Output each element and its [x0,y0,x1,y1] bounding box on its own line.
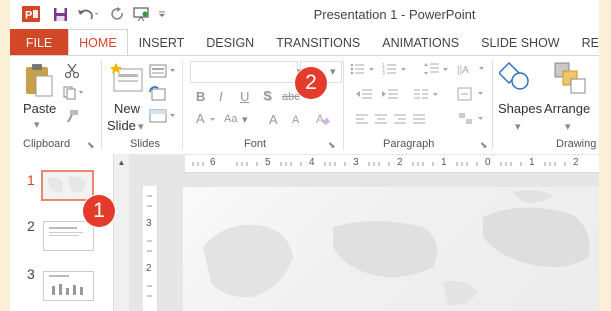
tab-design[interactable]: DESIGN [195,29,265,56]
tab-home[interactable]: HOME [68,29,128,56]
paste-button[interactable]: Paste [23,101,56,116]
svg-text:||A: ||A [457,65,469,76]
font-color-icon[interactable]: A [196,111,224,132]
numbering-icon[interactable]: 123 [382,62,412,81]
ruler-tick-label: 3 [353,157,359,168]
title-bar: P Presentation 1 - PowerPoint [10,0,599,29]
ruler-tick-label: 6 [210,157,216,168]
svg-text:A: A [316,112,324,126]
columns-icon[interactable] [412,87,440,106]
slide-thumbnail-1[interactable] [41,170,94,201]
align-text-icon[interactable] [457,86,487,107]
change-case-button[interactable]: Aa [224,113,237,125]
clear-formatting-icon[interactable]: A [315,111,331,132]
paragraph-group-label: Paragraph [383,138,435,150]
svg-text:A: A [196,111,205,126]
strikethrough-button[interactable]: abc [282,91,300,103]
slide-number: 3 [27,266,35,282]
bullets-icon[interactable] [350,62,380,81]
align-left-icon[interactable] [355,112,369,130]
new-slide-label-line1[interactable]: New [114,101,140,116]
separator [492,60,493,150]
drawing-group-label: Drawing [556,138,597,150]
font-size-dropdown-icon[interactable]: ▾ [330,65,336,78]
format-painter-icon[interactable] [65,109,79,128]
ruler-tick-label: 1 [441,157,447,168]
copy-icon[interactable] [63,86,85,105]
tab-file[interactable]: FILE [10,29,69,56]
separator [182,60,183,150]
shapes-icon[interactable] [497,61,535,98]
ruler-tick-label: 1 [529,157,535,168]
arrange-button[interactable]: Arrange [544,101,590,116]
new-slide-dropdown-icon[interactable]: ▾ [138,120,144,133]
new-slide-label-line2[interactable]: Slide [107,118,136,133]
bold-button[interactable]: B [196,89,205,104]
align-center-icon[interactable] [374,112,388,130]
svg-text:3: 3 [382,71,385,76]
tab-review[interactable]: RE [571,29,599,56]
font-launcher-icon[interactable]: ⬊ [328,140,336,151]
tab-transitions[interactable]: TRANSITIONS [265,29,371,56]
powerpoint-window: P Presentation 1 - PowerPoint FILE HOME … [10,0,599,311]
decrease-indent-icon[interactable] [355,87,373,106]
italic-button[interactable]: I [219,89,223,104]
reset-icon[interactable] [149,86,167,107]
tab-animations[interactable]: ANIMATIONS [371,29,470,56]
increase-indent-icon[interactable] [381,87,399,106]
clipboard-launcher-icon[interactable]: ⬊ [87,140,95,151]
slides-group-label: Slides [130,138,160,150]
shrink-font-button[interactable]: A [292,114,299,126]
layout-icon[interactable] [149,64,177,83]
tab-insert[interactable]: INSERT [128,29,196,56]
smartart-icon[interactable] [457,111,487,132]
new-slide-icon[interactable] [110,61,146,102]
ruler-tick-label: 0 [485,157,491,168]
horizontal-ruler: 6 5 4 3 2 1 0 1 2 [185,155,599,173]
clipboard-group-label: Clipboard [23,138,71,150]
ruler-tick-label: 2 [573,157,579,168]
shapes-dropdown-icon[interactable]: ▾ [515,120,521,133]
callout-badge-1: 1 [83,195,115,227]
vertical-ruler: 3 2 [143,186,158,311]
slide-thumbnail-pane: 1 2 3 [10,154,113,311]
window-title: Presentation 1 - PowerPoint [313,7,476,22]
ruler-tick-label: 5 [265,157,271,168]
justify-icon[interactable] [412,112,426,130]
font-name-combobox[interactable] [190,61,298,83]
world-map-background [203,190,590,306]
paste-dropdown-icon[interactable]: ▾ [34,118,40,131]
current-slide[interactable] [183,187,599,311]
scroll-up-icon[interactable]: ▲ [116,157,127,168]
arrange-icon[interactable] [553,61,587,100]
paragraph-launcher-icon[interactable]: ⬊ [480,140,488,151]
separator [101,60,102,150]
arrange-dropdown-icon[interactable]: ▾ [565,120,571,133]
paste-icon[interactable] [24,62,54,103]
callout-badge-2: 2 [295,67,327,99]
separator [343,60,344,150]
grow-font-button[interactable]: A [269,112,278,127]
slide-number: 1 [27,172,35,188]
underline-button[interactable]: U [240,89,249,104]
ruler-tick-label: 2 [397,157,403,168]
line-spacing-icon[interactable] [424,62,450,81]
font-group-label: Font [244,138,267,150]
ribbon-tabs: FILE HOME INSERT DESIGN TRANSITIONS ANIM… [10,29,599,56]
change-case-dropdown-icon[interactable]: ▾ [242,113,248,126]
align-right-icon[interactable] [393,112,407,130]
thumbnail-scrollbar[interactable]: ▲ [113,154,130,311]
text-direction-icon[interactable]: ||A [457,61,487,82]
tab-slide-show[interactable]: SLIDE SHOW [470,29,571,56]
shadow-button[interactable]: S [263,88,272,103]
shapes-button[interactable]: Shapes [498,101,542,116]
section-icon[interactable] [149,109,177,128]
ruler-tick-label: 4 [309,157,315,168]
slide-thumbnail-3[interactable] [43,271,94,301]
cut-icon[interactable] [64,63,80,84]
slide-number: 2 [27,218,35,234]
slide-thumbnail-2[interactable] [43,221,94,251]
